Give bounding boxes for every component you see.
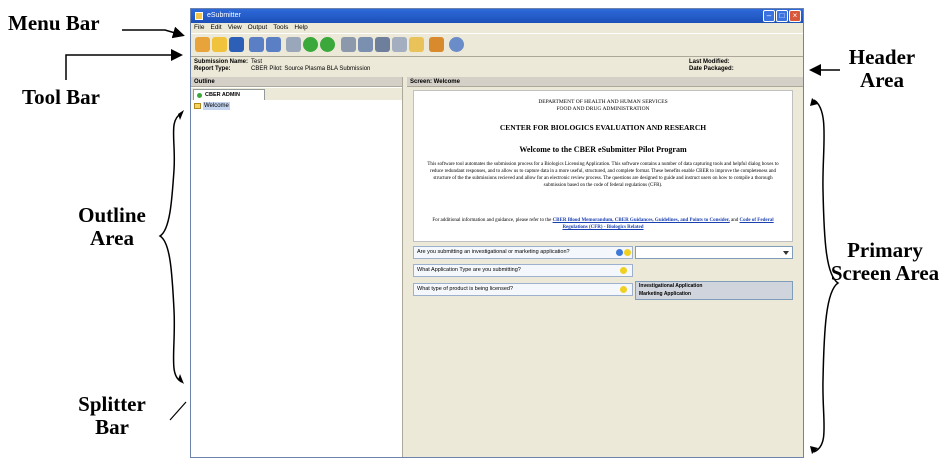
refresh-icon[interactable] (286, 37, 301, 52)
menu-output[interactable]: Output (248, 23, 268, 33)
header-area: Submission Name: Test Report Type: CBER … (191, 58, 803, 76)
folder-icon (194, 103, 201, 109)
layout-icon[interactable] (249, 37, 264, 52)
hint-bulb-icon[interactable] (624, 249, 631, 256)
maximize-button[interactable]: □ (776, 10, 788, 22)
tree-item-welcome[interactable]: Welcome (194, 102, 230, 110)
package-icon[interactable] (358, 37, 373, 52)
splitter-bar-pointer (169, 401, 187, 421)
tab-label: CBER ADMIN (205, 92, 240, 98)
outline-header: Outline (191, 77, 402, 87)
memorandum-link[interactable]: CBER Blood Memorandum, CBER Guidances, G… (553, 218, 730, 223)
new-icon[interactable] (195, 37, 210, 52)
open-icon[interactable] (212, 37, 227, 52)
last-modified-label: Last Modified: (689, 59, 730, 65)
tool-bar (191, 33, 803, 57)
report-type-label: Report Type: (194, 66, 231, 72)
print-icon[interactable] (392, 37, 407, 52)
dept-line-2: FOOD AND DRUG ADMINISTRATION (556, 106, 650, 112)
notes-icon[interactable] (409, 37, 424, 52)
primary-screen-brace (813, 99, 840, 453)
forward-icon[interactable] (320, 37, 335, 52)
date-packaged-label: Date Packaged: (689, 66, 734, 72)
app-window: eSubmitter – □ × File Edit View Output T… (190, 8, 804, 458)
tool-bar-arrow (65, 49, 183, 80)
welcome-panel: DEPARTMENT OF HEALTH AND HUMAN SERVICES … (413, 90, 793, 242)
submission-name-value: Test (251, 59, 263, 65)
question-3: What type of product is being licensed? (413, 283, 633, 296)
close-button[interactable]: × (789, 10, 801, 22)
back-icon[interactable] (303, 37, 318, 52)
menu-file[interactable]: File (194, 23, 204, 33)
split-view-icon[interactable] (266, 37, 281, 52)
window-title: eSubmitter (207, 12, 241, 19)
guidance-paragraph: For additional information and guidance,… (424, 217, 782, 231)
intro-paragraph: This software tool automates the submiss… (427, 162, 779, 188)
hint-bulb-icon[interactable] (620, 267, 627, 274)
guidance-and: and (731, 218, 739, 223)
save-icon[interactable] (229, 37, 244, 52)
title-bar: eSubmitter – □ × (191, 9, 803, 23)
archive-icon[interactable] (429, 37, 444, 52)
settings-icon[interactable] (449, 37, 464, 52)
menu-help[interactable]: Help (294, 23, 307, 33)
menu-tools[interactable]: Tools (273, 23, 288, 33)
screen-header: Screen: Welcome (407, 77, 803, 87)
report-type-value: CBER Pilot: Source Plasma BLA Submission (251, 66, 371, 72)
application-type-dropdown[interactable] (635, 246, 793, 259)
outline-tabbar: CBER ADMIN (191, 88, 402, 100)
menu-view[interactable]: View (228, 23, 242, 33)
option-investigational[interactable]: Investigational Application (639, 282, 792, 290)
menu-bar-arrow (122, 26, 185, 39)
dept-line-1: DEPARTMENT OF HEALTH AND HUMAN SERVICES (538, 99, 668, 105)
status-dot-icon (197, 93, 202, 98)
menu-bar: File Edit View Output Tools Help (191, 23, 803, 33)
welcome-heading: Welcome to the CBER eSubmitter Pilot Pro… (519, 145, 687, 154)
question-1: Are you submitting an investigational or… (413, 246, 633, 259)
dropdown-options: Investigational Application Marketing Ap… (635, 281, 793, 300)
minimize-button[interactable]: – (763, 10, 775, 22)
guidance-prefix: For additional information and guidance,… (432, 218, 552, 223)
validate-icon[interactable] (341, 37, 356, 52)
menu-edit[interactable]: Edit (210, 23, 221, 33)
attach-icon[interactable] (375, 37, 390, 52)
outline-brace (158, 112, 183, 383)
tree-item-label: Welcome (203, 102, 230, 110)
center-title: CENTER FOR BIOLOGICS EVALUATION AND RESE… (499, 123, 707, 132)
primary-screen-area: Screen: Welcome DEPARTMENT OF HEALTH AND… (407, 77, 803, 457)
tab-cber-admin[interactable]: CBER ADMIN (193, 89, 265, 100)
question-2: What Application Type are you submitting… (413, 264, 633, 277)
submission-name-label: Submission Name: (194, 59, 249, 65)
app-icon (195, 12, 203, 20)
info-icon[interactable] (616, 249, 623, 256)
option-marketing[interactable]: Marketing Application (639, 290, 792, 298)
outline-area: Outline CBER ADMIN Welcome (191, 77, 403, 457)
hint-bulb-icon[interactable] (620, 286, 627, 293)
